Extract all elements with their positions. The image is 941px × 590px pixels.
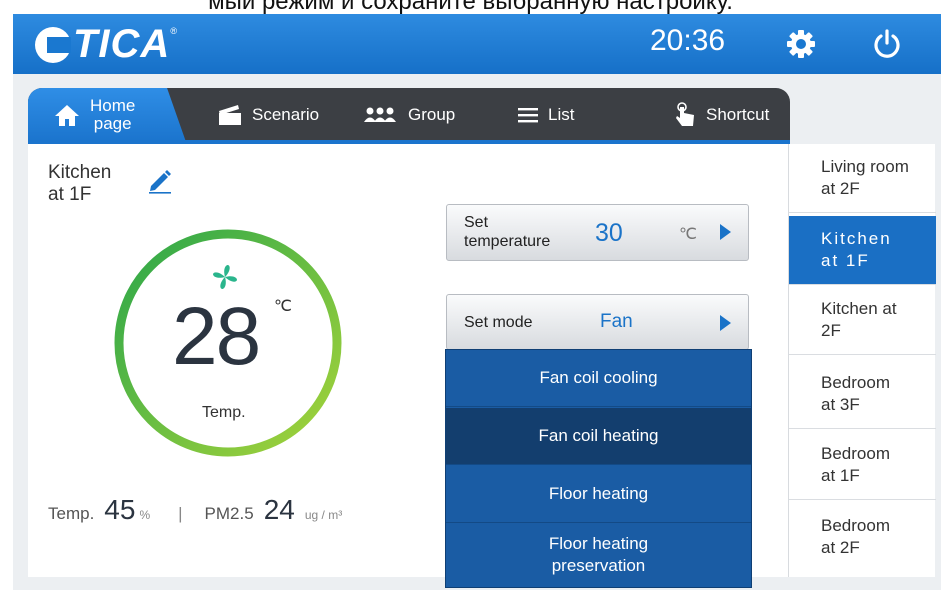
- pm25-value: 24: [263, 494, 295, 525]
- room-item-bedroom-2f[interactable]: Bedroom at 2F: [789, 502, 936, 571]
- group-icon: [362, 107, 398, 123]
- logo-mark-icon: [35, 26, 71, 63]
- gauge-label: Temp.: [202, 404, 246, 421]
- fan-icon: [210, 262, 240, 292]
- room-item-living-room-2f[interactable]: Living room at 2F: [789, 144, 936, 213]
- home-icon: [54, 103, 80, 127]
- set-temperature-label: Set temperature: [464, 214, 551, 250]
- set-mode-label: Set mode: [464, 314, 533, 331]
- current-temperature: 28: [172, 291, 261, 382]
- set-temperature-unit: ℃: [679, 226, 697, 243]
- pm25-label: PM2.5: [204, 504, 254, 523]
- stats-separator: |: [178, 504, 183, 523]
- tab-scenario-label: Scenario: [252, 105, 320, 124]
- pencil-icon[interactable]: [146, 166, 174, 194]
- set-temperature-value: 30: [595, 219, 623, 247]
- mode-option-fan-coil-heating[interactable]: Fan coil heating: [446, 408, 751, 465]
- room-title: Kitchen at 1F: [48, 162, 112, 205]
- tab-scenario[interactable]: Scenario: [218, 88, 319, 142]
- set-mode-value: Fan: [600, 311, 633, 332]
- room-item-kitchen-2f[interactable]: Kitchen at 2F: [789, 286, 936, 355]
- room-item-bedroom-3f[interactable]: Bedroom at 3F: [789, 360, 936, 429]
- mode-option-floor-heating[interactable]: Floor heating: [446, 466, 751, 523]
- clapperboard-icon: [218, 104, 242, 126]
- power-icon[interactable]: [871, 28, 903, 60]
- tab-shortcut-label: Shortcut: [706, 105, 770, 124]
- mode-option-floor-heating-preservation[interactable]: Floor heating preservation: [446, 524, 751, 586]
- tab-shortcut[interactable]: Shortcut: [674, 88, 769, 142]
- room-item-kitchen-1f[interactable]: Kitchen at 1F: [789, 216, 936, 285]
- app-screen: мый режим и сохраните выбранную настройк…: [0, 0, 941, 590]
- tap-icon: [674, 102, 696, 128]
- logo: TICA ®: [35, 22, 177, 67]
- logo-registered-mark: ®: [170, 25, 177, 36]
- list-icon: [518, 107, 538, 123]
- room-list: Living room at 2F Kitchen at 1F Kitchen …: [788, 144, 936, 577]
- clock: 20:36: [650, 24, 726, 57]
- tab-list[interactable]: List: [518, 88, 574, 142]
- mode-option-fan-coil-cooling[interactable]: Fan coil cooling: [446, 350, 751, 407]
- tab-home[interactable]: Home page: [28, 88, 186, 142]
- humidity-value: 45: [104, 494, 136, 525]
- stats-row: Temp. 45 % | PM2.5 24 ug / m³: [48, 494, 342, 526]
- tab-group[interactable]: Group: [362, 88, 455, 142]
- set-temperature-button[interactable]: Set temperature 30 ℃: [446, 204, 749, 261]
- set-mode-button[interactable]: Set mode Fan: [446, 294, 749, 350]
- stats-temp-label: Temp.: [48, 504, 95, 523]
- chevron-right-icon: [720, 315, 731, 331]
- tab-bar: Home page Scenario Group List Shortcut: [28, 88, 790, 142]
- pm25-unit: ug / m³: [304, 508, 343, 522]
- mode-dropdown: Fan coil cooling Fan coil heating Floor …: [446, 350, 751, 587]
- header-bar: TICA ® 20:36: [13, 14, 941, 74]
- chevron-right-icon: [720, 224, 731, 240]
- room-item-bedroom-1f[interactable]: Bedroom at 1F: [789, 431, 936, 500]
- tab-home-label: Home page: [90, 96, 136, 133]
- tab-group-label: Group: [408, 105, 456, 124]
- logo-text: TICA: [73, 22, 171, 66]
- gear-icon[interactable]: [785, 28, 817, 60]
- current-temperature-unit: ℃: [274, 298, 292, 315]
- tab-list-label: List: [548, 105, 575, 124]
- humidity-unit: %: [139, 508, 151, 522]
